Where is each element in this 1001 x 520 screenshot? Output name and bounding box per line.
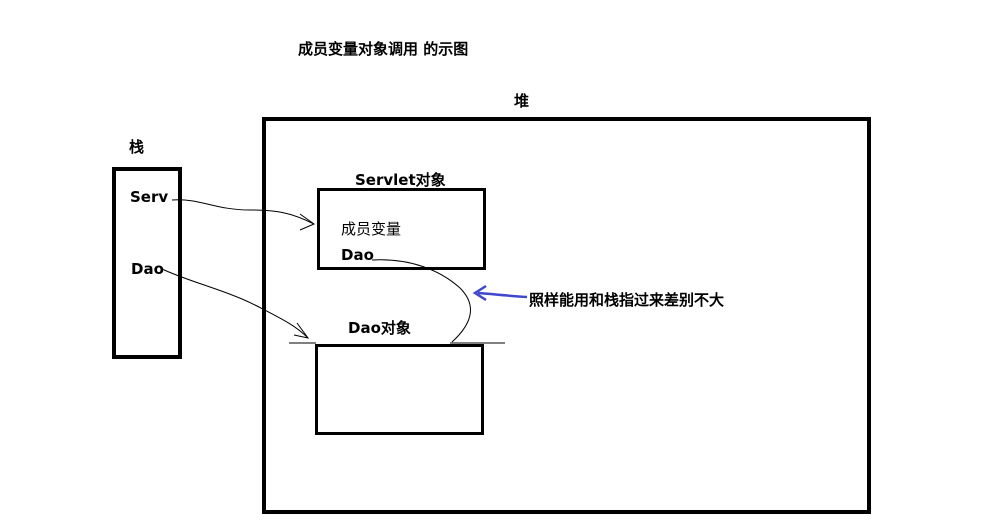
arrows-layer	[161, 199, 528, 344]
arrowhead-dao	[293, 322, 310, 339]
arrow-field-dao-to-daoobject	[371, 259, 471, 343]
arrow-serv-to-servlet	[171, 199, 315, 225]
annotation-arrow	[477, 291, 528, 299]
arrow-dao-to-daoobject	[161, 268, 309, 339]
arrowhead-serv	[299, 213, 316, 231]
